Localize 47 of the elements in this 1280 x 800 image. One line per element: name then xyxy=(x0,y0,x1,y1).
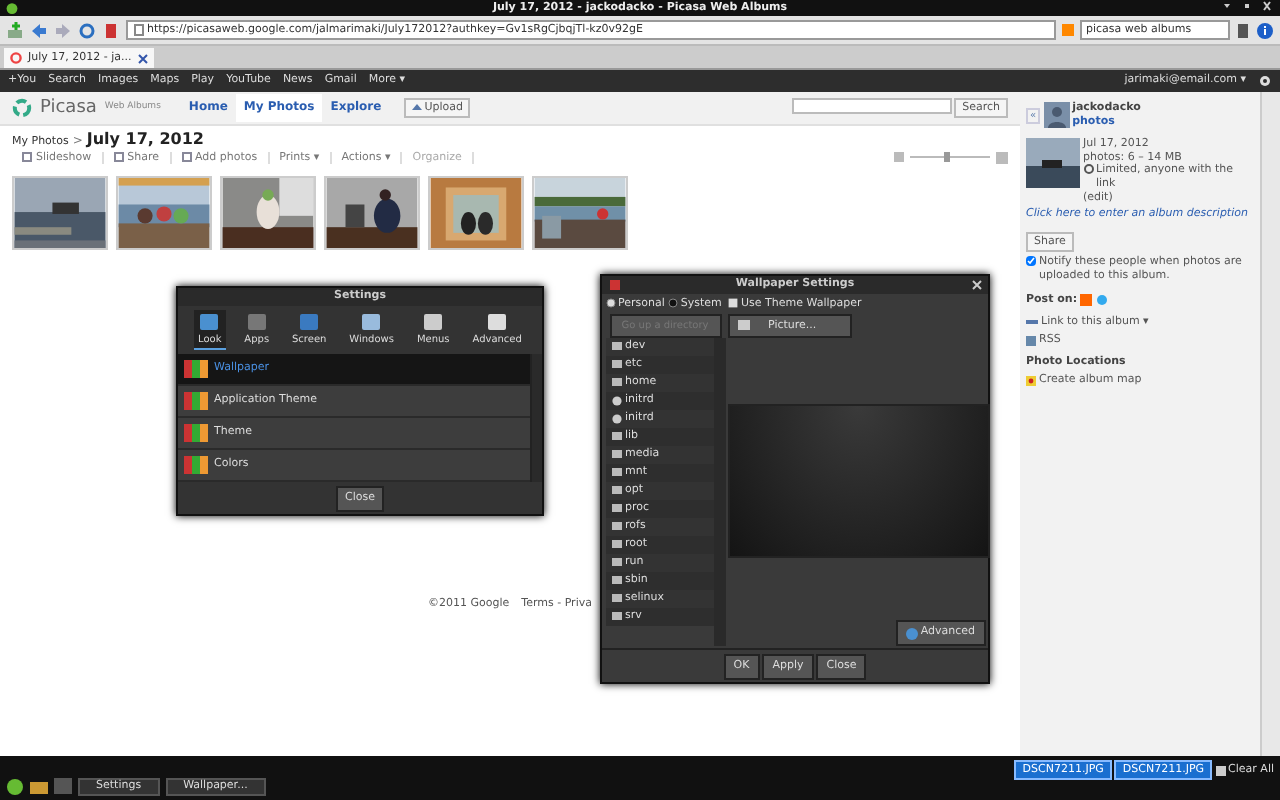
tab-icon xyxy=(422,312,445,332)
close-icon[interactable] xyxy=(137,53,148,63)
globe-icon xyxy=(1083,164,1093,175)
picasa-logo-icon xyxy=(12,98,32,118)
blogger-icon[interactable] xyxy=(1080,293,1093,306)
minimize-icon[interactable] xyxy=(1222,0,1232,12)
scrollbar[interactable] xyxy=(530,354,542,483)
notify-checkbox[interactable] xyxy=(1026,256,1036,267)
avatar-icon xyxy=(1043,102,1070,129)
checkbox-icon[interactable] xyxy=(728,298,738,309)
radio-icon[interactable] xyxy=(605,298,615,309)
tool-icon xyxy=(22,152,32,163)
theme-icon xyxy=(184,392,208,410)
image-icon xyxy=(738,320,750,331)
slider-thumb[interactable] xyxy=(943,152,949,163)
large-photo-icon xyxy=(996,151,1008,164)
settings-icon[interactable] xyxy=(1258,74,1272,88)
album-title: July 17, 2012 xyxy=(86,130,204,150)
tool-icon xyxy=(181,152,192,163)
files-icon[interactable] xyxy=(30,778,48,796)
theme-icon xyxy=(184,360,208,378)
page-icon xyxy=(134,24,144,36)
clear-icon xyxy=(1215,765,1226,775)
map-icon xyxy=(1026,375,1036,386)
tab-icon xyxy=(360,312,383,332)
app-icon xyxy=(6,2,18,14)
reload-icon[interactable] xyxy=(78,21,96,39)
tab-icon xyxy=(486,312,509,332)
tool-icon xyxy=(113,152,124,163)
radio-icon[interactable] xyxy=(667,298,678,309)
plus-icon xyxy=(905,627,918,640)
theme-icon xyxy=(184,424,208,442)
tab-icon xyxy=(245,312,268,332)
app-icon xyxy=(610,280,620,290)
theme-icon xyxy=(184,456,208,474)
search-field[interactable] xyxy=(791,97,952,114)
upload-icon xyxy=(411,103,422,113)
rss-icon xyxy=(1026,335,1036,346)
link-icon xyxy=(1026,318,1038,327)
tab-icon xyxy=(298,312,321,332)
logo-text: Picasa xyxy=(40,97,97,119)
small-photo-icon xyxy=(894,152,904,163)
info-icon[interactable] xyxy=(1256,21,1274,39)
tab-icon xyxy=(198,312,221,332)
back-icon[interactable] xyxy=(30,21,48,39)
picasa-icon xyxy=(10,52,22,64)
menu-icon[interactable] xyxy=(6,778,24,796)
